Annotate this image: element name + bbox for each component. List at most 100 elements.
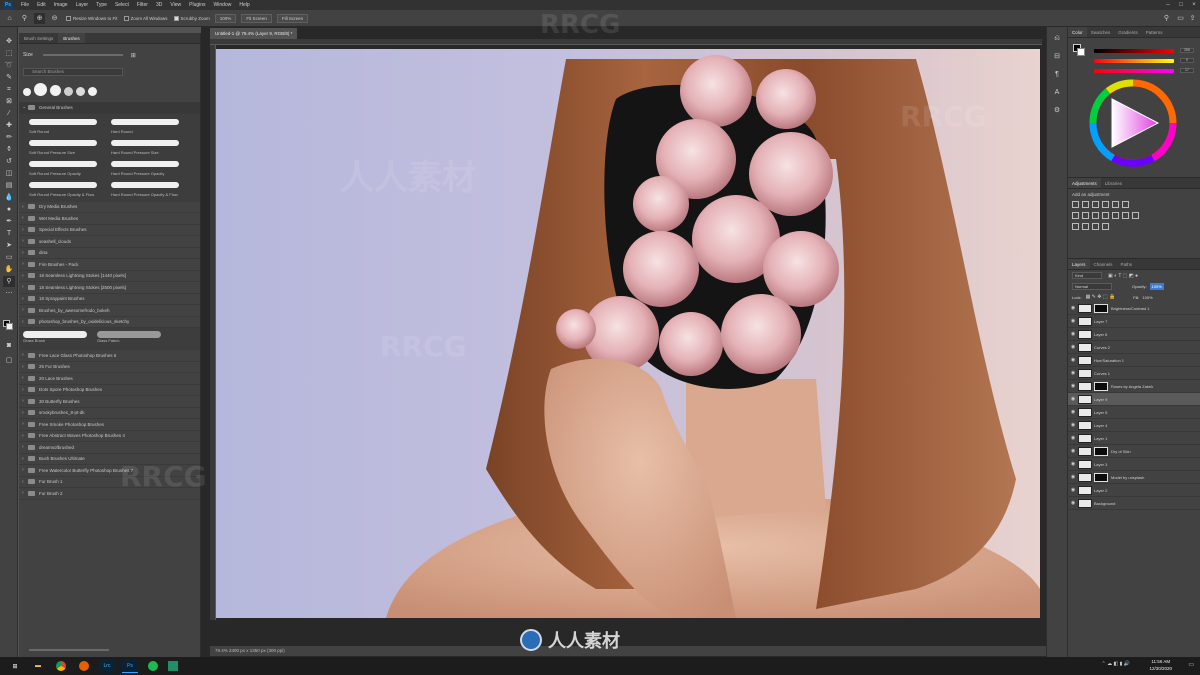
share-icon[interactable]: ⇪ — [1187, 13, 1198, 24]
layer-mask-thumbnail[interactable] — [1094, 303, 1108, 313]
quick-mask-icon[interactable]: ◙ — [3, 340, 15, 351]
zoom-100-button[interactable]: 100% — [214, 13, 237, 23]
brush-folder[interactable]: › Fire Brushes - Pack — [19, 259, 200, 271]
gradient-fill-icon[interactable] — [1102, 223, 1109, 230]
brush-preset[interactable]: Soft Round Pressure Opacity & Flow — [29, 180, 103, 199]
curves-icon[interactable] — [1092, 201, 1099, 208]
background-color-swatch[interactable] — [6, 323, 13, 330]
layer-row[interactable]: ◉ Roses by Angela Zabrik — [1068, 380, 1200, 393]
color-bg-swatch[interactable] — [1077, 48, 1085, 56]
black-white-icon[interactable] — [1092, 212, 1099, 219]
workspace-icon[interactable]: ▭ — [1175, 13, 1186, 24]
minimize-icon[interactable]: – — [1162, 0, 1174, 10]
photo-filter-icon[interactable] — [1102, 212, 1109, 219]
visibility-eye-icon[interactable]: ◉ — [1068, 409, 1078, 415]
zoom-tool-icon[interactable]: ⚲ — [19, 13, 30, 24]
layer-thumbnail[interactable] — [1078, 381, 1092, 391]
menu-type[interactable]: Type — [92, 2, 111, 8]
system-tray-icons[interactable]: ⌃ ☁ ◧ ▮ 🔊 — [1102, 661, 1130, 667]
quick-select-tool-icon[interactable]: ✎ — [3, 72, 15, 83]
visibility-eye-icon[interactable]: ◉ — [1068, 422, 1078, 428]
layer-thumbnail[interactable] — [1078, 433, 1092, 443]
brush-preset[interactable]: Hard Round Pressure Opacity & Flow — [111, 180, 185, 199]
visibility-eye-icon[interactable]: ◉ — [1068, 448, 1078, 454]
layer-mask-thumbnail[interactable] — [1094, 446, 1108, 456]
layer-thumbnail[interactable] — [1078, 368, 1092, 378]
layer-row[interactable]: ◉ Dry of Skin — [1068, 445, 1200, 458]
brush-preset[interactable]: Grass Brush — [23, 331, 87, 347]
recent-brush-3[interactable] — [50, 85, 61, 96]
eyedropper-tool-icon[interactable]: ⁄ — [3, 108, 15, 119]
crop-tool-icon[interactable]: ⌗ — [3, 84, 15, 95]
glyphs-icon[interactable]: ⚙ — [1051, 105, 1063, 117]
layer-row[interactable]: ◉ Layer 5 — [1068, 406, 1200, 419]
brush-folder[interactable]: › 30 Butterfly Brushes — [19, 396, 200, 408]
brush-folder[interactable]: › Fur Brush 1 — [19, 477, 200, 488]
menu-window[interactable]: Window — [210, 2, 236, 8]
history-icon[interactable]: ⎌ — [1051, 33, 1063, 45]
layer-thumbnail[interactable] — [1078, 485, 1092, 495]
document-tab[interactable]: Untitled-1 @ 79.4% (Layer 9, RGB/8) * — [210, 28, 298, 39]
frame-tool-icon[interactable]: ⊠ — [3, 96, 15, 107]
brush-folder[interactable]: › 18 Seamless Lightning Stokes [1440 pixe… — [19, 271, 200, 282]
properties-icon[interactable]: ⊟ — [1051, 51, 1063, 63]
path-selection-tool-icon[interactable]: ➤ — [3, 240, 15, 251]
eraser-tool-icon[interactable]: ◫ — [3, 168, 15, 179]
visibility-eye-icon[interactable]: ◉ — [1068, 474, 1078, 480]
brush-folder[interactable]: › 25 Fur Brushes — [19, 362, 200, 373]
tab-color[interactable]: Color — [1068, 27, 1087, 37]
visibility-eye-icon[interactable]: ◉ — [1068, 305, 1078, 311]
photoshop-taskbar-icon[interactable]: Ps — [122, 659, 138, 673]
brush-folder[interactable]: › 18 Seamless Lightning Stokes [2500 pixe… — [19, 282, 200, 294]
brush-preview-size-slider[interactable] — [29, 649, 109, 651]
visibility-eye-icon[interactable]: ◉ — [1068, 435, 1078, 441]
layer-thumbnail[interactable] — [1078, 446, 1092, 456]
layer-filter-icons[interactable]: ▣ ◐ T ⬚ ◩ ● — [1108, 273, 1138, 279]
brush-search-input[interactable]: Search Brushes — [23, 68, 123, 76]
layer-row[interactable]: ◉ Layer 6 — [1068, 328, 1200, 341]
zoom-all-windows-checkbox[interactable]: Zoom All Windows — [123, 15, 168, 21]
brush-folder[interactable]: › Dots Spore Photoshop Brushes — [19, 385, 200, 396]
brush-folder[interactable]: › 20 Lace Brushes — [19, 373, 200, 385]
notifications-icon[interactable]: ▭ — [1188, 661, 1194, 668]
ruler-horizontal[interactable] — [210, 39, 1042, 45]
brush-preset[interactable]: Hard Round Pressure Opacity — [111, 159, 185, 178]
vibrance-icon[interactable] — [1112, 201, 1119, 208]
history-brush-tool-icon[interactable]: ↺ — [3, 156, 15, 167]
menu-image[interactable]: Image — [50, 2, 72, 8]
threshold-icon[interactable] — [1082, 223, 1089, 230]
color-slider-b[interactable] — [1094, 69, 1174, 73]
zoom-in-icon[interactable]: ⊕ — [34, 12, 45, 24]
layer-row[interactable]: ◉ Layer 2 — [1068, 484, 1200, 497]
gradient-tool-icon[interactable]: ▤ — [3, 180, 15, 191]
file-explorer-icon[interactable]: ▬ — [30, 659, 46, 673]
brush-folder[interactable]: › Brushes_by_awesomefrodo_bokeh — [19, 305, 200, 317]
layer-thumbnail[interactable] — [1078, 498, 1092, 508]
brush-folder[interactable]: › Special Effects Brushes — [19, 225, 200, 236]
layer-thumbnail[interactable] — [1078, 472, 1092, 482]
tab-swatches[interactable]: Swatches — [1087, 27, 1115, 37]
lock-icons[interactable]: ▦ ✎ ✥ ⬚ 🔒 — [1086, 294, 1116, 300]
color-wheel[interactable] — [1088, 79, 1178, 167]
layer-thumbnail[interactable] — [1078, 420, 1092, 430]
menu-help[interactable]: Help — [235, 2, 253, 8]
layer-row[interactable]: ◉ Hue/Saturation 1 — [1068, 354, 1200, 367]
layer-row[interactable]: ◉ Curves 2 — [1068, 341, 1200, 354]
maximize-icon[interactable]: □ — [1175, 0, 1187, 10]
visibility-eye-icon[interactable]: ◉ — [1068, 500, 1078, 506]
layer-row[interactable]: ◉ Curves 1 — [1068, 367, 1200, 380]
color-value-r[interactable]: 255 — [1180, 48, 1194, 53]
color-balance-icon[interactable] — [1082, 212, 1089, 219]
search-icon[interactable]: ⚲ — [1161, 13, 1172, 24]
move-tool-icon[interactable]: ✥ — [3, 36, 15, 47]
folder-general-brushes[interactable]: ⌄ General Brushes — [19, 102, 200, 114]
brush-folder[interactable]: › Free Watercolor Butterfly Photoshop Bru… — [19, 465, 200, 477]
clone-stamp-tool-icon[interactable]: ⚱ — [3, 144, 15, 155]
brush-folder[interactable]: › Free Lace Glass Photoshop Brushes 6 — [19, 350, 200, 362]
brush-folder[interactable]: › Free Smoke Photoshop Brushes — [19, 419, 200, 431]
screen-mode-icon[interactable]: ▢ — [3, 355, 15, 366]
layer-row[interactable]: ◉ Model by unsplash — [1068, 471, 1200, 484]
menu-layer[interactable]: Layer — [72, 2, 93, 8]
app-icon[interactable] — [168, 661, 178, 671]
fill-screen-button[interactable]: Fill Screen — [276, 13, 309, 23]
